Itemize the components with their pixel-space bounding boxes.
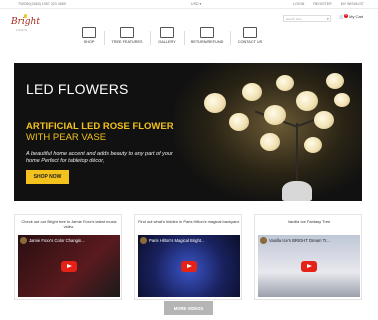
nav-label: CONTACT US xyxy=(237,40,263,44)
nav-divider xyxy=(230,31,231,45)
nav-label: GALLERY xyxy=(158,40,176,44)
search-icon[interactable]: ⌕ xyxy=(327,16,329,21)
cart-count-badge: 0 xyxy=(343,14,348,18)
video-player[interactable]: Paris Hilton's Magical Bright... xyxy=(138,235,240,297)
account-links: LOGIN REGISTER MY WISHLIST xyxy=(285,2,364,6)
hero-banner[interactable]: LED FLOWERS ARTIFICIAL LED ROSE FLOWER W… xyxy=(14,63,362,201)
video-player[interactable]: Vanilla Ice's BRIGHT Dream Tr... xyxy=(258,235,360,297)
video-caption: Vanilla Ice Fantasy Tree xyxy=(287,219,331,224)
video-cards: Check out our Bright tree in Jamie Foxx'… xyxy=(14,214,362,300)
video-caption: Find out what's hidden in Paris Hilton's… xyxy=(138,219,240,224)
search-placeholder: search here xyxy=(286,17,302,21)
currency-select[interactable]: USD ▾ xyxy=(191,2,201,6)
video-title: Jamie Foxx's Color Changin... xyxy=(29,238,85,243)
nav-item-gallery[interactable]: GALLERY xyxy=(154,27,180,44)
channel-avatar xyxy=(140,237,147,244)
more-videos-button[interactable]: MORE VIDEOS xyxy=(164,301,213,315)
rose-light xyxy=(229,113,249,131)
rose-light xyxy=(264,105,286,125)
rose-light xyxy=(204,93,226,113)
tree-stem xyxy=(296,123,298,183)
hero-description: A beautiful home accent and adds beauty … xyxy=(26,151,173,164)
gallery-icon xyxy=(160,27,174,38)
video-card: Check out our Bright tree in Jamie Foxx'… xyxy=(14,214,122,300)
shop-icon xyxy=(82,27,96,38)
video-title: Vanilla Ice's BRIGHT Dream Tr... xyxy=(269,238,330,243)
return-icon xyxy=(200,27,214,38)
phone-number: TWO50(2463) 1957 323 4559 xyxy=(18,2,66,6)
nav-item-shop[interactable]: SHOP xyxy=(78,27,100,44)
hero-title: LED FLOWERS xyxy=(26,81,129,97)
search-input[interactable]: search here ⌕ xyxy=(283,15,331,22)
nav-item-tree-features[interactable]: TREE FEATURES xyxy=(108,27,146,44)
main-navigation: SHOP TREE FEATURES GALLERY RETURN/REFUND… xyxy=(78,27,278,49)
play-icon[interactable] xyxy=(181,261,197,272)
site-logo[interactable]: Bright LIGHTS xyxy=(10,14,40,36)
logo-subtext: LIGHTS xyxy=(16,29,28,32)
rose-light xyxy=(314,111,334,129)
play-icon[interactable] xyxy=(61,261,77,272)
channel-avatar xyxy=(260,237,267,244)
video-card: Vanilla Ice Fantasy Tree Vanilla Ice's B… xyxy=(254,214,362,300)
nav-divider xyxy=(104,31,105,45)
nav-divider xyxy=(184,31,185,45)
wishlist-link[interactable]: MY WISHLIST xyxy=(341,2,364,6)
cart-button[interactable]: 🛒0 My Cart xyxy=(339,14,363,19)
nav-label: TREE FEATURES xyxy=(111,40,143,44)
top-utility-bar: TWO50(2463) 1957 323 4559 USD ▾ LOGIN RE… xyxy=(0,0,378,9)
rose-light xyxy=(276,75,294,91)
rose-light xyxy=(334,93,350,107)
nav-label: SHOP xyxy=(83,40,95,44)
play-icon[interactable] xyxy=(301,261,317,272)
nav-item-return-refund[interactable]: RETURN/REFUND xyxy=(188,27,226,44)
rose-light xyxy=(304,137,322,153)
logo-text: Bright xyxy=(11,17,40,27)
rose-light xyxy=(326,73,344,89)
rose-light xyxy=(260,133,280,151)
video-player[interactable]: Jamie Foxx's Color Changin... xyxy=(18,235,120,297)
video-title: Paris Hilton's Magical Bright... xyxy=(149,238,205,243)
nav-item-contact-us[interactable]: CONTACT US xyxy=(234,27,266,44)
video-card: Find out what's hidden in Paris Hilton's… xyxy=(134,214,242,300)
cart-label: My Cart xyxy=(349,14,364,19)
rose-light xyxy=(242,83,262,101)
nav-divider xyxy=(150,31,151,45)
tree-features-icon xyxy=(120,27,134,38)
hero-headline: ARTIFICIAL LED ROSE FLOWER xyxy=(26,121,174,132)
hero-subhead: WITH PEAR VASE xyxy=(26,132,107,143)
contact-icon xyxy=(243,27,257,38)
rose-light xyxy=(296,91,318,111)
nav-label: RETURN/REFUND xyxy=(190,40,224,44)
pear-vase xyxy=(282,181,312,201)
video-caption: Check out our Bright tree in Jamie Foxx'… xyxy=(21,219,117,229)
login-link[interactable]: LOGIN xyxy=(293,2,304,6)
channel-avatar xyxy=(20,237,27,244)
shop-now-button[interactable]: SHOP NOW xyxy=(26,170,69,184)
register-link[interactable]: REGISTER xyxy=(313,2,331,6)
